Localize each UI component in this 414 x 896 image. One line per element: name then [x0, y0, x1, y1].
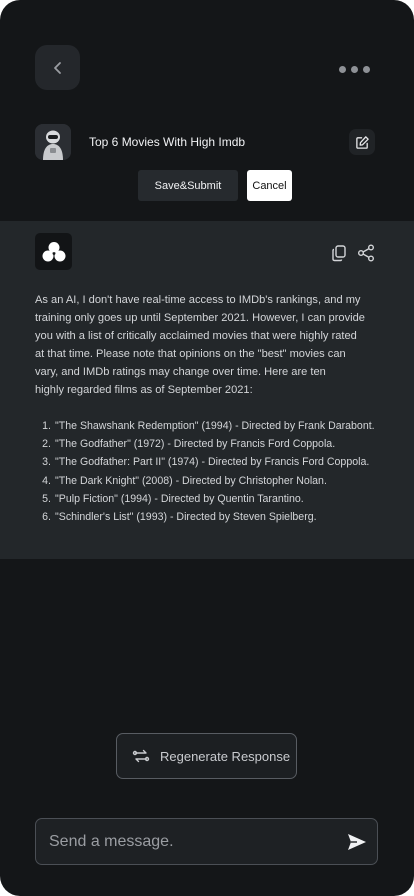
robot-avatar-icon: [35, 124, 71, 160]
list-item: 5. "Pulp Fiction" (1994) - Directed by Q…: [35, 490, 405, 508]
response-line: you with a list of critically acclaimed …: [35, 330, 357, 342]
bot-logo-icon: [42, 241, 65, 261]
copy-button[interactable]: [330, 243, 348, 263]
chat-screen: Top 6 Movies With High Imdb Save&Submit …: [0, 0, 414, 896]
share-button[interactable]: [356, 243, 376, 263]
list-item: 2. "The Godfather" (1972) - Directed by …: [35, 435, 405, 453]
response-line: at that time. Please note that opinions …: [35, 348, 346, 360]
copy-icon: [332, 244, 346, 261]
list-item-text: "The Shawshank Redemption" (1994) - Dire…: [55, 420, 375, 432]
regenerate-label: Regenerate Response: [160, 748, 291, 764]
response-panel: As an AI, I don't have real-time access …: [0, 221, 414, 559]
more-dot: [350, 65, 358, 73]
edit-title-button[interactable]: [349, 129, 375, 155]
response-line: As an AI, I don't have real-time access …: [35, 294, 361, 306]
list-item-number: 3.: [42, 456, 51, 469]
list-item: 1. "The Shawshank Redemption" (1994) - D…: [35, 417, 405, 435]
back-button[interactable]: [35, 45, 80, 90]
share-icon: [358, 244, 374, 262]
list-item: 6. "Schindler's List" (1993) - Directed …: [35, 508, 405, 526]
list-item-number: 4.: [42, 474, 51, 487]
regenerate-response-button[interactable]: Regenerate Response: [116, 733, 297, 779]
response-line: training only goes up until September 20…: [35, 312, 365, 324]
more-options-button[interactable]: [332, 48, 376, 90]
edit-icon: [355, 135, 369, 149]
more-horizontal-icon: [338, 65, 346, 73]
message-composer: [35, 818, 378, 865]
list-item: 3. "The Godfather: Part II" (1974) - Dir…: [35, 453, 405, 471]
send-icon: [348, 833, 366, 850]
list-item-text: "The Dark Knight" (2008) - Directed by C…: [55, 474, 327, 487]
movie-list: 1. "The Shawshank Redemption" (1994) - D…: [35, 417, 405, 526]
response-line: highly regarded films as of September 20…: [35, 384, 253, 396]
avatar: [35, 124, 71, 160]
send-button[interactable]: [337, 819, 377, 864]
list-item-number: 2.: [42, 438, 51, 451]
list-item-text: "Pulp Fiction" (1994) - Directed by Quen…: [55, 492, 304, 505]
save-submit-button[interactable]: Save&Submit: [138, 170, 238, 201]
list-item-number: 6.: [42, 511, 51, 524]
cancel-button[interactable]: Cancel: [247, 170, 292, 201]
response-line: vary, and IMDb ratings may change over t…: [35, 366, 326, 378]
list-item-number: 5.: [42, 492, 51, 505]
message-input[interactable]: [36, 819, 337, 864]
list-item-number: 1.: [42, 420, 51, 432]
conversation-header: Top 6 Movies With High Imdb: [35, 123, 375, 161]
more-dot: [362, 65, 370, 73]
list-item: 4. "The Dark Knight" (2008) - Directed b…: [35, 472, 405, 490]
bot-logo: [35, 233, 72, 270]
conversation-title: Top 6 Movies With High Imdb: [89, 135, 246, 149]
chevron-left-icon: [53, 61, 61, 74]
list-item-text: "The Godfather" (1972) - Directed by Fra…: [55, 438, 336, 451]
refresh-icon: [132, 749, 150, 763]
list-item-text: "Schindler's List" (1993) - Directed by …: [55, 511, 317, 524]
response-text: As an AI, I don't have real-time access …: [35, 291, 380, 399]
list-item-text: "The Godfather: Part II" (1974) - Direct…: [55, 456, 370, 469]
